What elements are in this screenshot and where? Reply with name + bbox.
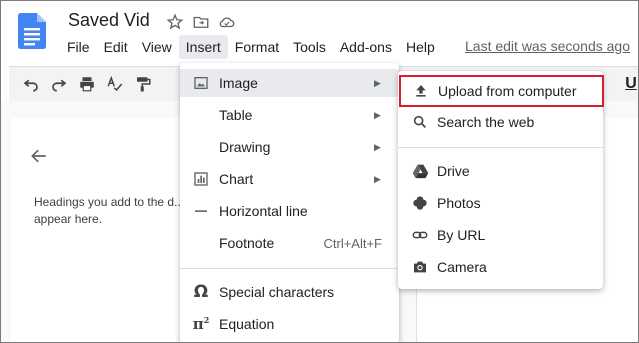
- redo-icon[interactable]: [49, 74, 69, 94]
- menu-bar: File Edit View Insert Format Tools Add-o…: [60, 35, 442, 59]
- move-to-folder-icon[interactable]: [191, 12, 211, 32]
- photos-item[interactable]: Photos: [398, 189, 603, 217]
- insert-menu-chart[interactable]: Chart ▶: [180, 165, 399, 193]
- menu-divider: [398, 147, 603, 148]
- photos-icon: [410, 193, 430, 213]
- document-title[interactable]: Saved Vid: [68, 10, 150, 31]
- by-url-item[interactable]: By URL: [398, 221, 603, 249]
- chart-icon: [191, 169, 211, 189]
- print-icon[interactable]: [77, 74, 97, 94]
- document-outline-pane: Headings you add to the d... appear here…: [11, 118, 202, 342]
- insert-menu-drawing[interactable]: Drawing ▶: [180, 133, 399, 161]
- underline-button[interactable]: U: [621, 74, 638, 94]
- camera-item[interactable]: Camera: [398, 253, 603, 281]
- camera-icon: [410, 257, 430, 277]
- submenu-arrow-icon: ▶: [374, 77, 381, 88]
- docs-logo-icon[interactable]: [18, 13, 46, 49]
- footnote-shortcut: Ctrl+Alt+F: [323, 235, 382, 251]
- insert-menu-equation[interactable]: π2 Equation: [180, 310, 399, 338]
- menu-add-ons[interactable]: Add-ons: [333, 35, 399, 59]
- menu-file[interactable]: File: [60, 35, 97, 59]
- upload-icon: [411, 81, 431, 101]
- back-arrow-icon[interactable]: [29, 146, 49, 171]
- insert-menu-special-characters[interactable]: Ω Special characters: [180, 278, 399, 306]
- menu-insert[interactable]: Insert: [178, 35, 228, 59]
- drive-item[interactable]: Drive: [398, 157, 603, 185]
- horizontal-line-icon: [191, 201, 211, 221]
- link-icon: [410, 225, 430, 245]
- image-submenu: Upload from computer Search the web Driv…: [398, 71, 604, 289]
- spellcheck-icon[interactable]: [105, 74, 125, 94]
- insert-menu-image[interactable]: Image ▶: [180, 69, 399, 97]
- menu-help[interactable]: Help: [399, 35, 442, 59]
- insert-menu-horizontal-line[interactable]: Horizontal line: [180, 197, 399, 225]
- insert-menu-label: Equation: [219, 316, 275, 332]
- title-icons: [165, 12, 237, 32]
- submenu-label: Camera: [437, 259, 487, 275]
- menu-format[interactable]: Format: [228, 35, 286, 59]
- drive-icon: [410, 161, 430, 181]
- search-icon: [410, 112, 430, 132]
- menu-view[interactable]: View: [135, 35, 179, 59]
- search-the-web-item[interactable]: Search the web: [398, 108, 603, 136]
- submenu-label: Photos: [437, 195, 481, 211]
- submenu-arrow-icon: ▶: [374, 173, 381, 184]
- submenu-label: Drive: [437, 163, 470, 179]
- outline-hint-text: Headings you add to the d... appear here…: [34, 195, 185, 226]
- insert-menu-label: Image: [219, 75, 258, 91]
- insert-menu-label: Table: [219, 107, 253, 123]
- omega-icon: Ω: [193, 282, 209, 302]
- insert-menu-label: Drawing: [219, 139, 271, 155]
- submenu-arrow-icon: ▶: [374, 141, 381, 152]
- app-window: Saved Vid File Edit View Insert Format T…: [0, 0, 639, 343]
- insert-menu-label: Special characters: [219, 284, 335, 300]
- insert-menu-label: Horizontal line: [219, 203, 308, 219]
- insert-menu: Image ▶ Table ▶ Drawing ▶ Chart ▶ Horizo…: [180, 63, 399, 342]
- image-icon: [191, 73, 211, 93]
- submenu-arrow-icon: ▶: [374, 109, 381, 120]
- insert-menu-label: Footnote: [219, 235, 275, 251]
- submenu-label: By URL: [437, 227, 486, 243]
- menu-edit[interactable]: Edit: [97, 35, 135, 59]
- last-edit-link[interactable]: Last edit was seconds ago: [465, 38, 630, 54]
- upload-from-computer-item[interactable]: Upload from computer: [399, 75, 604, 107]
- pi-icon: π2: [192, 315, 210, 333]
- menu-tools[interactable]: Tools: [286, 35, 333, 59]
- menu-divider: [180, 268, 399, 269]
- submenu-label: Upload from computer: [438, 83, 577, 99]
- paint-format-icon[interactable]: [133, 74, 153, 94]
- insert-menu-label: Chart: [219, 171, 254, 187]
- insert-menu-table[interactable]: Table ▶: [180, 101, 399, 129]
- submenu-label: Search the web: [437, 114, 535, 130]
- undo-icon[interactable]: [21, 74, 41, 94]
- star-icon[interactable]: [165, 12, 185, 32]
- insert-menu-footnote[interactable]: Footnote Ctrl+Alt+F: [180, 229, 399, 257]
- cloud-status-icon[interactable]: [217, 12, 237, 32]
